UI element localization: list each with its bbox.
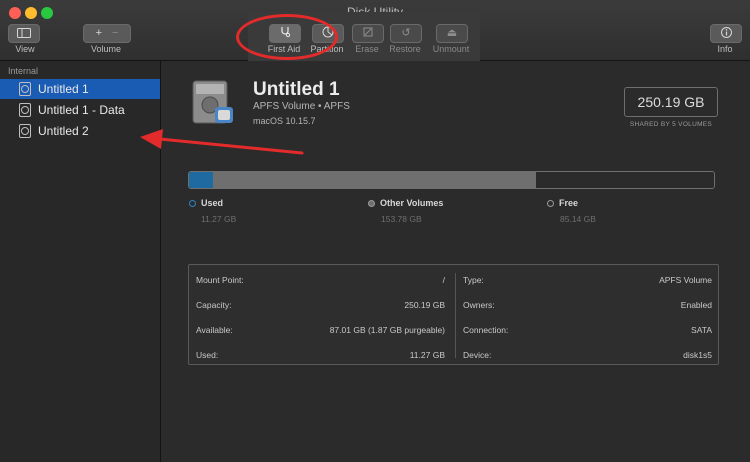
view-label: View: [15, 44, 35, 54]
legend-label-other: Other Volumes: [380, 198, 444, 208]
disk-icon: [19, 124, 31, 138]
volume-name: Untitled 1: [253, 79, 340, 100]
legend-dot-other: [368, 199, 375, 207]
sidebar-heading: Internal: [8, 66, 39, 76]
legend-other-volumes: Other Volumes: [368, 198, 443, 208]
disk-icon: [19, 82, 31, 96]
unmount-label: Unmount: [432, 44, 470, 54]
info-button[interactable]: [710, 24, 742, 43]
info-icon: [720, 25, 732, 43]
volume-size: 250.19 GB: [637, 94, 705, 110]
legend-free: Free: [547, 198, 578, 208]
legend-label-free: Free: [559, 198, 579, 208]
toolbar: Disk Utility View + − Volume First Aid: [0, 0, 750, 70]
legend-used: Used: [189, 198, 223, 208]
erase-icon: [362, 25, 374, 43]
info-value-used: 11.27 GB: [409, 350, 445, 360]
sidebar-item-label: Untitled 2: [38, 124, 89, 138]
info-key-available: Available:: [196, 325, 233, 335]
usage-segment-other-volumes: [212, 172, 536, 188]
usage-bar: [188, 171, 715, 189]
restore-icon: ↺: [401, 27, 411, 39]
sidebar-item-untitled-1-data[interactable]: Untitled 1 - Data: [0, 100, 160, 120]
sidebar-item-untitled-1[interactable]: Untitled 1: [0, 79, 160, 99]
disk-icon: [19, 103, 31, 117]
plus-icon[interactable]: +: [96, 28, 102, 39]
legend-value-other: 153.78 GB: [381, 214, 422, 224]
info-value-available: 87.01 GB (1.87 GB purgeable): [329, 325, 445, 335]
info-key-used: Used:: [196, 350, 219, 360]
shared-volumes-note: SHARED BY 5 VOLUMES: [629, 121, 713, 128]
erase-button[interactable]: [352, 24, 384, 43]
main-panel: Untitled 1 APFS Volume • APFS macOS 10.1…: [161, 61, 750, 462]
volume-info-table: Mount Point: / Capacity: 250.19 GB Avail…: [188, 264, 719, 365]
eject-icon: ⏏: [446, 27, 458, 39]
unmount-button[interactable]: ⏏: [436, 24, 468, 43]
info-value-mount-point: /: [442, 275, 445, 285]
view-button[interactable]: [8, 24, 40, 43]
restore-label: Restore: [389, 44, 421, 54]
info-key-owners: Owners:: [463, 300, 495, 310]
minus-icon[interactable]: −: [112, 28, 118, 39]
disk-utility-window: Disk Utility View + − Volume First Aid: [0, 0, 750, 462]
usage-segment-used: [189, 172, 213, 188]
info-value-type: APFS Volume: [659, 275, 712, 285]
legend-dot-free: [547, 199, 554, 207]
legend-label-used: Used: [201, 198, 224, 208]
sidebar: Internal Untitled 1 Untitled 1 - Data Un…: [0, 61, 161, 462]
info-value-capacity: 250.19 GB: [404, 300, 445, 310]
legend-value-free: 85.14 GB: [560, 214, 596, 224]
volume-type: APFS Volume • APFS: [253, 101, 350, 112]
info-value-connection: SATA: [691, 325, 712, 335]
volume-size-box: 250.19 GB: [624, 87, 718, 117]
restore-button[interactable]: ↺: [390, 24, 422, 43]
info-label: Info: [717, 44, 733, 54]
info-value-device: disk1s5: [683, 350, 712, 360]
annotation-circle: [236, 14, 338, 60]
sidebar-item-label: Untitled 1 - Data: [38, 103, 125, 117]
volume-label: Volume: [90, 44, 122, 54]
info-key-capacity: Capacity:: [196, 300, 232, 310]
volume-os: macOS 10.15.7: [253, 116, 316, 126]
info-key-connection: Connection:: [463, 325, 509, 335]
sidebar-item-untitled-2[interactable]: Untitled 2: [0, 121, 160, 141]
legend-dot-used: [189, 199, 196, 207]
legend-value-used: 11.27 GB: [201, 214, 237, 224]
sidebar-toggle-icon: [17, 25, 31, 43]
info-key-type: Type:: [463, 275, 484, 285]
info-divider: [455, 273, 456, 358]
sidebar-item-label: Untitled 1: [38, 82, 89, 96]
volume-add-remove-button[interactable]: + −: [83, 24, 131, 43]
hard-drive-icon: [191, 79, 235, 125]
info-value-owners: Enabled: [680, 300, 712, 310]
info-key-device: Device:: [463, 350, 492, 360]
info-key-mount-point: Mount Point:: [196, 275, 244, 285]
